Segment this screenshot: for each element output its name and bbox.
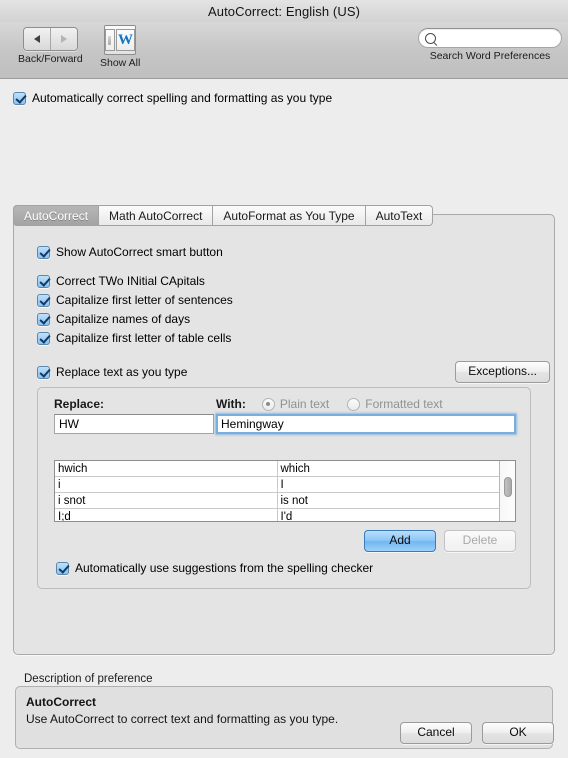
- radio-formatted-text[interactable]: Formatted text: [347, 397, 443, 411]
- show-smart-button-checkbox[interactable]: Show AutoCorrect smart button: [37, 245, 223, 259]
- show-smart-button-label: Show AutoCorrect smart button: [56, 245, 223, 259]
- search-icon: [425, 32, 436, 44]
- radio-plain-text[interactable]: Plain text: [261, 397, 330, 411]
- word-logo-icon: W: [115, 29, 136, 51]
- table-action-buttons: Add Delete: [364, 530, 516, 553]
- table-scrollbar[interactable]: [499, 461, 515, 521]
- search-label: Search Word Preferences: [429, 50, 551, 62]
- table-row[interactable]: i I: [55, 476, 499, 493]
- option-label: Capitalize first letter of sentences: [56, 293, 233, 307]
- cell-with: I'd: [276, 508, 499, 521]
- option-label: Capitalize names of days: [56, 312, 191, 326]
- show-all-button[interactable]: W Show All: [100, 25, 140, 69]
- cell-with: is not: [276, 492, 499, 509]
- preferences-window: AutoCorrect: English (US) Back/Forward W…: [0, 0, 568, 758]
- triangle-right-icon: [60, 35, 67, 43]
- back-forward-label: Back/Forward: [18, 53, 83, 65]
- cell-with: I: [276, 476, 499, 493]
- replace-text-row: Replace text as you type Exceptions...: [37, 361, 550, 384]
- option-label: Capitalize first letter of table cells: [56, 331, 232, 345]
- checkbox-icon[interactable]: [37, 245, 50, 259]
- prefs-pane-icon: [105, 29, 115, 51]
- cell-with: which: [276, 461, 499, 477]
- window-titlebar: AutoCorrect: English (US): [0, 0, 568, 22]
- option-label: Correct TWo INitial CApitals: [56, 274, 205, 288]
- cancel-button[interactable]: Cancel: [400, 721, 472, 744]
- with-field-label: With:: [216, 397, 246, 411]
- replace-text-checkbox[interactable]: Replace text as you type: [37, 365, 187, 379]
- spell-checker-suggestions-checkbox[interactable]: Automatically use suggestions from the s…: [56, 561, 373, 575]
- with-input[interactable]: [216, 414, 516, 434]
- replace-field-label: Replace:: [54, 397, 105, 411]
- cell-replace: i: [55, 476, 277, 493]
- checkbox-icon[interactable]: [37, 312, 50, 326]
- radio-icon[interactable]: [261, 397, 275, 411]
- triangle-left-icon: [33, 35, 40, 43]
- tab-autotext[interactable]: AutoText: [365, 205, 434, 226]
- checkbox-icon[interactable]: [13, 91, 26, 105]
- option-capitalize-first-letter-sentences[interactable]: Capitalize first letter of sentences: [37, 293, 233, 307]
- show-all-label: Show All: [100, 57, 141, 69]
- tab-autoformat-as-you-type[interactable]: AutoFormat as You Type: [213, 205, 366, 226]
- replacement-entry-group: Replace: With: Plain text Formatted text: [37, 387, 531, 589]
- add-button[interactable]: Add: [364, 530, 436, 553]
- option-capitalize-names-of-days[interactable]: Capitalize names of days: [37, 312, 233, 326]
- back-forward-segmented[interactable]: [22, 27, 78, 51]
- replace-text-label: Replace text as you type: [56, 365, 188, 380]
- cell-replace: I;d: [55, 508, 277, 521]
- scrollbar-thumb[interactable]: [503, 477, 512, 497]
- table-row[interactable]: hwich which: [55, 461, 499, 477]
- checkbox-icon[interactable]: [37, 365, 50, 379]
- window-title: AutoCorrect: English (US): [207, 3, 361, 19]
- search-field[interactable]: [418, 28, 562, 48]
- ok-button[interactable]: OK: [482, 721, 554, 744]
- delete-button: Delete: [444, 530, 516, 553]
- radio-plain-text-label: Plain text: [279, 397, 330, 411]
- option-capitalize-table-cells[interactable]: Capitalize first letter of table cells: [37, 331, 233, 345]
- spell-checker-suggestions-label: Automatically use suggestions from the s…: [75, 561, 374, 575]
- tab-math-autocorrect[interactable]: Math AutoCorrect: [99, 205, 214, 226]
- description-heading: AutoCorrect: [26, 695, 97, 709]
- option-correct-two-initial-capitals[interactable]: Correct TWo INitial CApitals: [37, 274, 233, 288]
- table-row[interactable]: I;d I'd: [55, 508, 499, 521]
- checkbox-icon[interactable]: [37, 274, 50, 288]
- checkbox-icon[interactable]: [37, 331, 50, 345]
- tab-autocorrect[interactable]: AutoCorrect: [13, 205, 100, 226]
- dialog-buttons: Cancel OK: [400, 721, 554, 744]
- replacements-table[interactable]: hwich which i I i snot is not I;d I'd: [54, 460, 516, 522]
- back-forward-control[interactable]: Back/Forward: [18, 27, 83, 65]
- back-button[interactable]: [23, 28, 50, 50]
- forward-button: [49, 28, 77, 50]
- radio-icon[interactable]: [347, 397, 361, 411]
- capitalization-options-group: Correct TWo INitial CApitals Capitalize …: [37, 274, 233, 350]
- replace-input[interactable]: [54, 414, 214, 434]
- checkbox-icon[interactable]: [37, 293, 50, 307]
- exceptions-button[interactable]: Exceptions...: [455, 361, 550, 384]
- tab-bar[interactable]: AutoCorrect Math AutoCorrect AutoFormat …: [13, 205, 434, 226]
- word-prefs-icon: W: [104, 25, 137, 55]
- radio-formatted-text-label: Formatted text: [365, 397, 443, 411]
- cell-replace: i snot: [55, 492, 277, 509]
- auto-correct-master-label: Automatically correct spelling and forma…: [32, 91, 333, 105]
- description-section-label: Description of preference: [24, 673, 153, 685]
- with-field-header: With: Plain text Formatted text: [216, 397, 443, 411]
- preferences-content: Automatically correct spelling and forma…: [0, 79, 568, 758]
- table-row[interactable]: i snot is not: [55, 492, 499, 509]
- replacements-table-body: hwich which i I i snot is not I;d I'd: [55, 461, 499, 521]
- cell-replace: hwich: [55, 461, 277, 477]
- auto-correct-master-checkbox[interactable]: Automatically correct spelling and forma…: [13, 91, 332, 105]
- checkbox-icon[interactable]: [56, 561, 69, 575]
- search-control[interactable]: Search Word Preferences: [418, 28, 562, 62]
- search-input[interactable]: [440, 32, 555, 44]
- toolbar: Back/Forward W Show All Search Word Pref…: [0, 22, 568, 79]
